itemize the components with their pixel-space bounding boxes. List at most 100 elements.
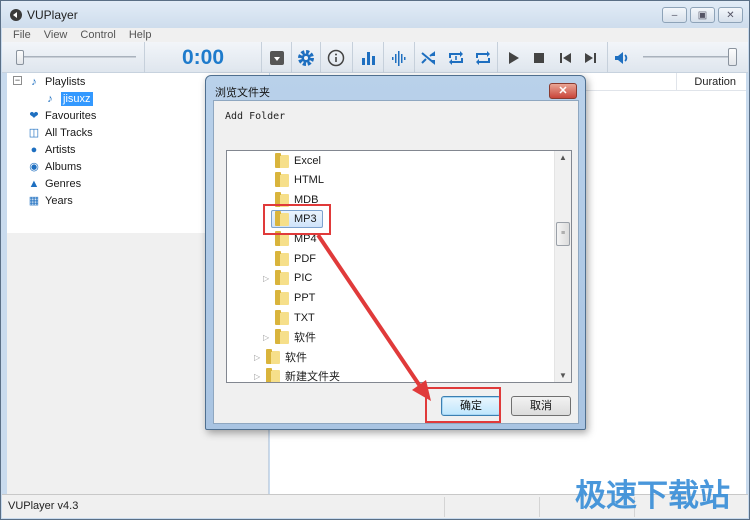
expand-arrow-icon[interactable]: ▷ <box>263 274 271 283</box>
folder-item[interactable]: ▷ PIC <box>263 269 312 287</box>
seek-thumb[interactable] <box>16 50 24 65</box>
folder-item[interactable]: HTML <box>275 171 324 189</box>
next-icon <box>585 53 596 63</box>
folder-item[interactable]: MP4 <box>275 230 317 248</box>
menu-help[interactable]: Help <box>129 28 152 42</box>
save-icon <box>270 51 284 65</box>
repeat-button[interactable] <box>471 46 495 70</box>
sidebar-item-favourites[interactable]: ❤ Favourites <box>28 107 96 124</box>
folder-name: 新建文件夹 <box>285 371 340 383</box>
next-button[interactable] <box>579 46 603 70</box>
shuffle-button[interactable] <box>417 46 441 70</box>
folder-icon <box>275 250 289 266</box>
window-title: VUPlayer <box>27 8 78 22</box>
folder-icon <box>266 367 280 382</box>
sidebar-item-label: All Tracks <box>45 126 93 139</box>
gear-icon <box>298 50 314 66</box>
genres-icon: ▲ <box>28 177 40 190</box>
menu-control[interactable]: Control <box>80 28 115 42</box>
title-bar: VUPlayer – ▣ ✕ <box>1 1 749 29</box>
sidebar-item-label: jisuxz <box>61 91 93 106</box>
scroll-down-icon[interactable]: ▼ <box>559 371 567 380</box>
divider <box>383 42 384 73</box>
volume-slider-thumb[interactable] <box>728 48 737 66</box>
maximize-icon: ▣ <box>697 9 708 21</box>
seek-track <box>16 56 136 58</box>
folder-item[interactable]: ▷ 新建文件夹 <box>254 367 340 383</box>
previous-button[interactable] <box>553 46 577 70</box>
sidebar-item-label: Playlists <box>45 75 86 88</box>
seek-slider[interactable] <box>10 50 138 65</box>
menu-bar: File View Control Help <box>2 28 748 42</box>
collapse-toggle[interactable]: − <box>13 76 22 85</box>
maximize-button[interactable]: ▣ <box>690 7 715 23</box>
dialog-close-button[interactable]: ✕ <box>549 83 577 99</box>
heart-icon: ❤ <box>29 110 39 122</box>
dialog-title: 浏览文件夹 <box>215 87 270 99</box>
sidebar-item-genres[interactable]: ▲ Genres <box>28 175 82 192</box>
stop-button[interactable] <box>527 46 551 70</box>
sidebar-item-label: Years <box>45 194 73 207</box>
folder-name: Excel <box>294 155 321 167</box>
status-divider <box>539 497 540 517</box>
folder-item[interactable]: ▷ 软件 <box>263 328 316 346</box>
folder-name: PDF <box>294 253 316 265</box>
sidebar-item-all-tracks[interactable]: ◫ All Tracks <box>28 124 93 141</box>
scroll-up-icon[interactable]: ▲ <box>559 153 567 162</box>
column-duration[interactable]: Duration <box>694 76 736 88</box>
folder-icon <box>275 210 289 226</box>
repeat-one-button[interactable] <box>444 46 468 70</box>
repeat-icon <box>476 51 490 65</box>
save-button[interactable] <box>265 46 289 70</box>
ok-button[interactable]: 确定 <box>441 396 501 416</box>
play-button[interactable] <box>501 46 525 70</box>
play-icon <box>509 52 519 64</box>
folder-item[interactable]: Excel <box>275 152 321 170</box>
expand-arrow-icon[interactable]: ▷ <box>254 353 262 362</box>
status-text: VUPlayer v4.3 <box>8 500 79 512</box>
disc-icon: ◉ <box>29 161 39 173</box>
folder-icon <box>275 328 289 344</box>
sidebar-item-artists[interactable]: ● Artists <box>28 141 76 158</box>
waveform-icon <box>392 51 406 66</box>
tracks-icon: ◫ <box>28 127 40 139</box>
folder-item[interactable]: TXT <box>275 309 315 327</box>
calendar-icon: ▦ <box>28 195 40 207</box>
equalizer-button[interactable] <box>356 46 380 70</box>
sidebar-item-albums[interactable]: ◉ Albums <box>28 158 82 175</box>
app-icon <box>10 9 22 21</box>
menu-file[interactable]: File <box>13 28 31 42</box>
browse-folder-dialog: 浏览文件夹 ✕ Add Folder Excel HTML MDB MP3 MP… <box>205 75 586 430</box>
column-divider[interactable] <box>676 73 677 91</box>
scroll-thumb[interactable]: ≡ <box>556 222 570 246</box>
minimize-button[interactable]: – <box>662 7 687 23</box>
menu-view[interactable]: View <box>44 28 68 42</box>
vertical-scrollbar[interactable]: ▲ ≡ ▼ <box>554 151 571 382</box>
sidebar-item-jisuxz[interactable]: ♪ jisuxz <box>44 90 93 107</box>
sidebar-item-label: Albums <box>45 160 82 173</box>
folder-icon <box>275 230 289 246</box>
sidebar-item-years[interactable]: ▦ Years <box>28 192 73 209</box>
folder-item-selected[interactable]: MP3 <box>271 210 323 228</box>
folder-icon <box>275 309 289 325</box>
waveform-button[interactable] <box>387 46 411 70</box>
folder-item[interactable]: MDB <box>275 191 318 209</box>
expand-arrow-icon[interactable]: ▷ <box>263 333 271 342</box>
toolbar: 0:00 <box>2 42 748 73</box>
info-icon <box>327 49 345 67</box>
volume-button[interactable] <box>610 46 634 70</box>
folder-icon <box>275 171 289 187</box>
info-button[interactable] <box>324 46 348 70</box>
previous-icon <box>560 53 571 63</box>
folder-item[interactable]: ▷ 软件 <box>254 348 307 366</box>
folder-icon <box>275 289 289 305</box>
sidebar-item-playlists[interactable]: ♪ Playlists <box>28 73 85 90</box>
folder-item[interactable]: PDF <box>275 250 316 268</box>
close-button[interactable]: ✕ <box>718 7 743 23</box>
folder-icon <box>266 348 280 364</box>
cancel-button[interactable]: 取消 <box>511 396 571 416</box>
folder-item[interactable]: PPT <box>275 289 315 307</box>
equalizer-icon <box>362 52 375 65</box>
settings-button[interactable] <box>294 46 318 70</box>
expand-arrow-icon[interactable]: ▷ <box>254 372 262 381</box>
